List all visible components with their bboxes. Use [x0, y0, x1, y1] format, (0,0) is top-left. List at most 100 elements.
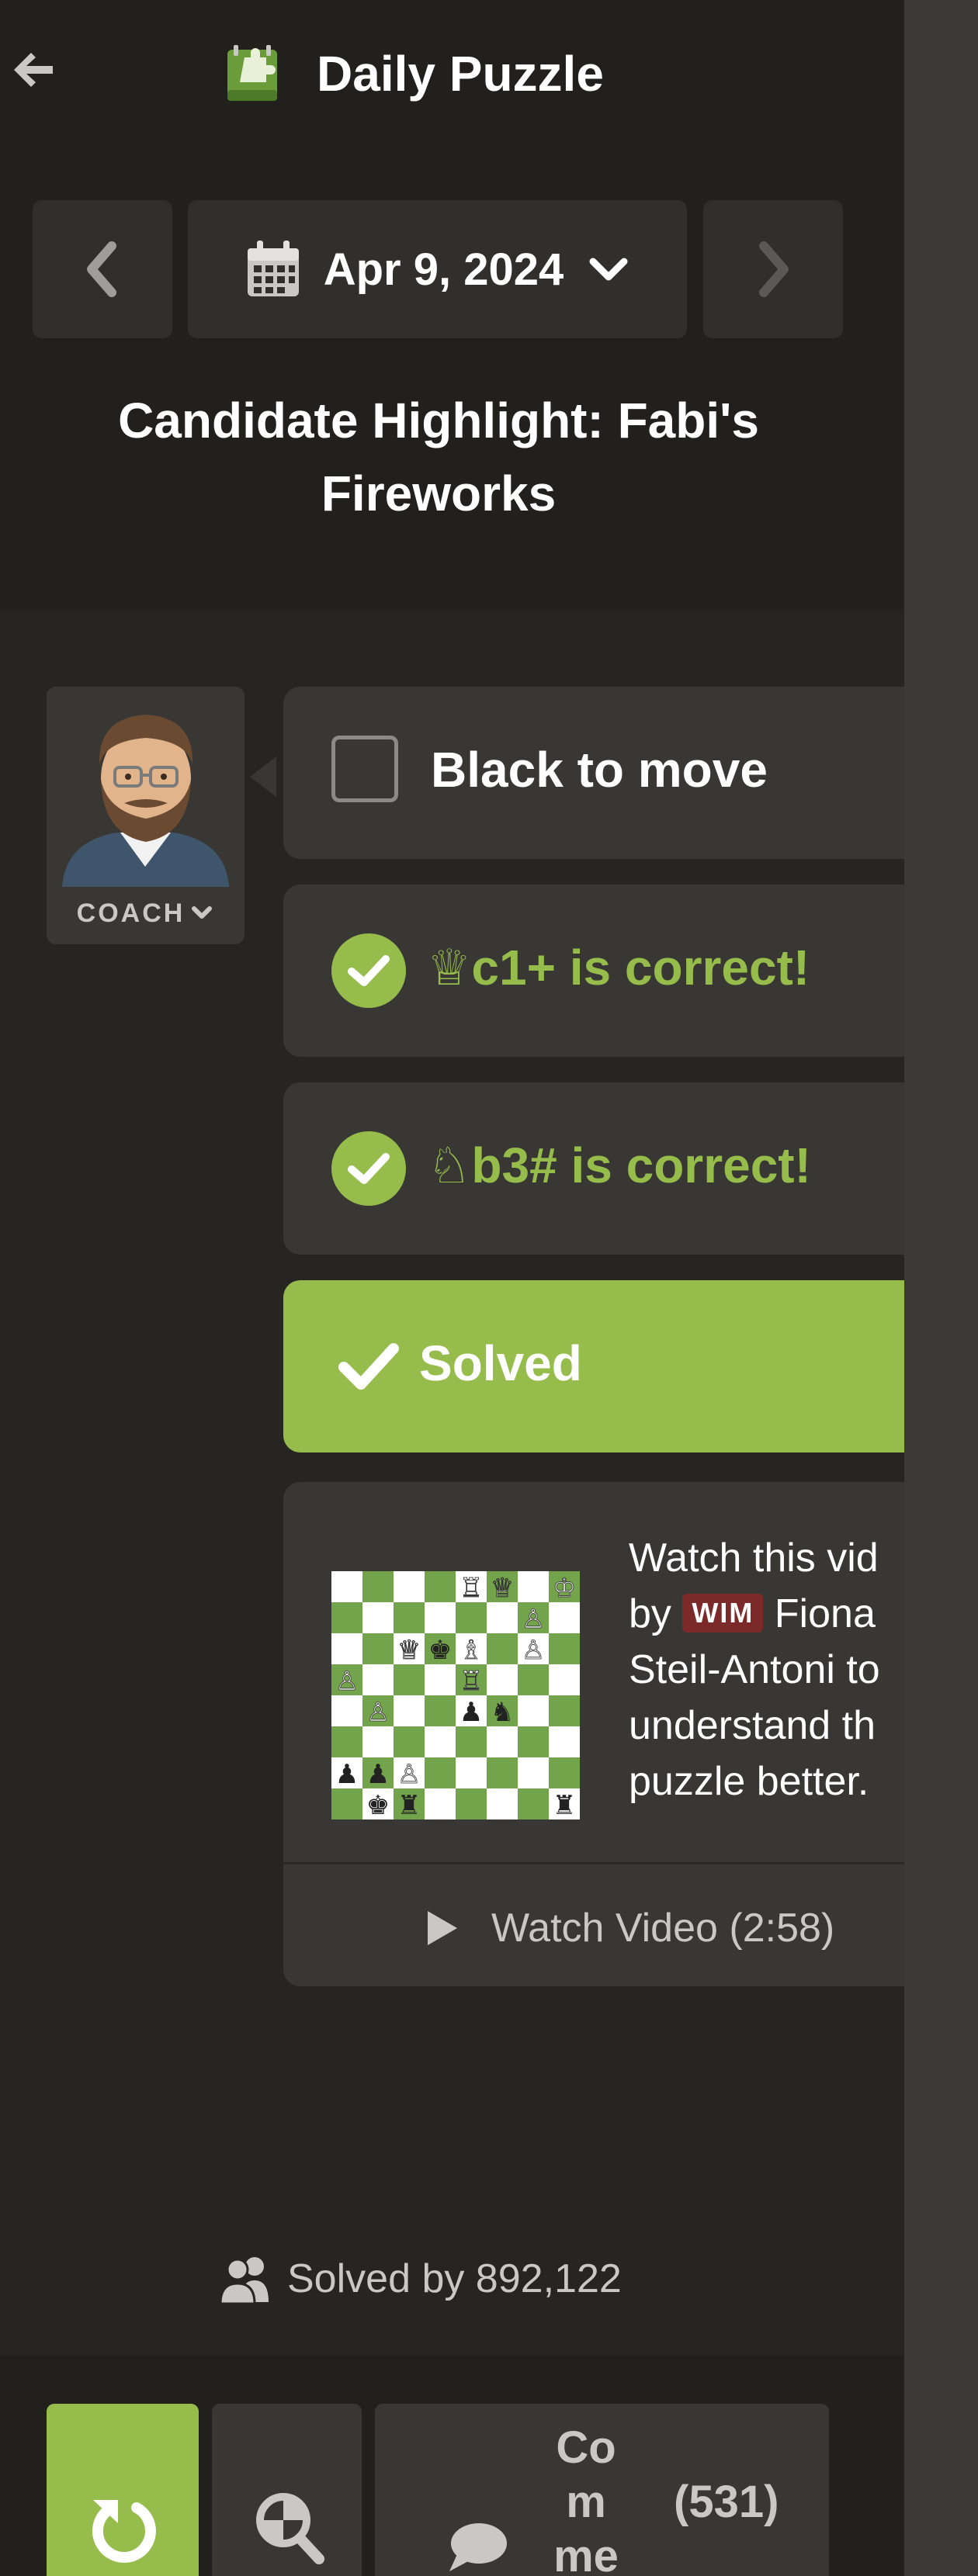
board-square — [362, 1571, 394, 1602]
black-king-icon: ♚ — [366, 1790, 390, 1819]
solved-count: Solved by 892,122 — [217, 2254, 622, 2304]
board-square — [331, 1571, 362, 1602]
board-square — [362, 1664, 394, 1695]
check-circle-icon — [331, 933, 406, 1008]
video-lesson-card: ♖ ♕ ♔ ♙ ♕ ♚ ♗ ♙ ♙ ♖ ♙ ♟ ♞ ♟ ♟ ♙ ♚ ♜ ♜ Watch this vid by WI… — [283, 1482, 904, 1986]
video-desc-by: by — [629, 1591, 671, 1636]
board-square — [456, 1602, 487, 1633]
board-square — [394, 1571, 425, 1602]
board-square — [518, 1695, 549, 1726]
board-square — [425, 1788, 456, 1819]
chevron-down-icon — [589, 258, 628, 281]
check-circle-icon — [331, 1131, 406, 1206]
author-first-name: Fiona — [774, 1591, 876, 1636]
board-square — [331, 1788, 362, 1819]
board-square — [518, 1726, 549, 1757]
board-square — [425, 1602, 456, 1633]
board-square — [549, 1602, 580, 1633]
comments-button[interactable]: Comment (531) — [375, 2404, 829, 2576]
black-knight-icon: ♞ — [491, 1697, 514, 1728]
puzzle-title: Candidate Highlight: Fabi's Fireworks — [118, 393, 759, 521]
users-icon — [219, 2257, 269, 2304]
black-rook-icon: ♜ — [553, 1790, 576, 1819]
board-square — [394, 1602, 425, 1633]
board-square — [425, 1664, 456, 1695]
board-square — [331, 1726, 362, 1757]
previous-day-button[interactable] — [33, 200, 172, 338]
wim-title-badge: WIM — [682, 1594, 764, 1633]
puzzle-piece-icon — [227, 45, 277, 101]
move-correct-message: ♕c1+ is correct! — [283, 885, 904, 1057]
chevron-right-icon — [759, 241, 789, 297]
video-desc-line: by WIM Fiona — [629, 1586, 904, 1642]
white-pawn-icon: ♙ — [522, 1604, 545, 1635]
comments-label: Comment — [553, 2422, 619, 2576]
speech-bubble-tip — [250, 757, 276, 797]
retry-button[interactable] — [47, 2404, 199, 2576]
white-queen-icon: ♕ — [491, 1573, 514, 1604]
chevron-down-icon — [192, 906, 213, 919]
puzzle-board-thumbnail[interactable]: ♖ ♕ ♔♙♕ ♚ ♗ ♙♙ ♖♙ ♟ ♞♟ ♟ ♙♚ ♜ ♜ — [331, 1571, 580, 1819]
white-queen-icon: ♕ — [397, 1635, 421, 1666]
board-square — [425, 1757, 456, 1788]
header: Daily Puzzle Apr 9, 2024 Candidate Highl… — [0, 0, 904, 609]
comment-bubble-icon — [449, 2523, 507, 2571]
back-arrow-icon[interactable] — [8, 45, 57, 95]
white-pawn-icon: ♙ — [335, 1666, 359, 1697]
video-desc-line: Watch this vid — [629, 1536, 879, 1581]
board-square — [518, 1788, 549, 1819]
board-square — [394, 1695, 425, 1726]
black-pawn-icon: ♟ — [460, 1697, 483, 1728]
watch-video-label: Watch Video (2:58) — [491, 1906, 835, 1951]
coach-selector[interactable]: COACH — [47, 687, 244, 944]
black-to-move-message: Black to move — [283, 687, 904, 859]
video-desc-line: understand th — [629, 1703, 876, 1748]
daily-puzzle-panel: Daily Puzzle Apr 9, 2024 Candidate Highl… — [0, 0, 904, 2576]
black-pawn-icon: ♟ — [335, 1759, 359, 1790]
board-square — [487, 1757, 518, 1788]
knight-icon: ♘ — [427, 1137, 472, 1193]
board-square — [487, 1664, 518, 1695]
video-desc-line: Steil-Antoni to — [629, 1647, 880, 1692]
divider — [283, 1862, 904, 1864]
board-square — [487, 1602, 518, 1633]
board-square — [456, 1726, 487, 1757]
analysis-button[interactable] — [212, 2404, 362, 2576]
board-square — [487, 1726, 518, 1757]
background-strip — [904, 0, 978, 2576]
white-pawn-icon: ♙ — [397, 1759, 421, 1790]
board-square — [518, 1664, 549, 1695]
play-icon — [428, 1911, 457, 1945]
board-square — [456, 1788, 487, 1819]
video-description: Watch this vid by WIM Fiona Steil-Antoni… — [629, 1530, 904, 1809]
board-square — [549, 1757, 580, 1788]
black-king-icon: ♚ — [428, 1635, 452, 1666]
next-day-button[interactable] — [703, 200, 843, 338]
board-square — [425, 1726, 456, 1757]
board-square — [549, 1633, 580, 1664]
board-square — [362, 1602, 394, 1633]
board-square — [425, 1695, 456, 1726]
board-square — [456, 1757, 487, 1788]
board-square — [425, 1571, 456, 1602]
date-selector[interactable]: Apr 9, 2024 — [188, 200, 687, 338]
solved-text: Solved — [419, 1335, 582, 1391]
board-square — [549, 1726, 580, 1757]
solved-banner: Solved — [283, 1280, 904, 1452]
coach-label-text: COACH — [76, 898, 186, 928]
watch-video-button[interactable]: Watch Video (2:58) — [423, 1905, 834, 1951]
move-correct-message: ♘b3# is correct! — [283, 1082, 904, 1255]
board-square — [549, 1664, 580, 1695]
board-square — [331, 1633, 362, 1664]
magnifier-icon — [256, 2493, 324, 2564]
to-move-text: Black to move — [431, 742, 768, 798]
board-square — [549, 1695, 580, 1726]
correct-move-text: ♕c1+ is correct! — [427, 939, 810, 997]
black-rook-icon: ♜ — [397, 1790, 421, 1819]
solved-by-text: Solved by 892,122 — [287, 2256, 622, 2301]
board-square — [518, 1571, 549, 1602]
page-title: Daily Puzzle — [317, 46, 604, 102]
coach-avatar — [47, 687, 244, 887]
white-pawn-icon: ♙ — [366, 1697, 390, 1728]
chevron-left-icon — [87, 241, 116, 297]
